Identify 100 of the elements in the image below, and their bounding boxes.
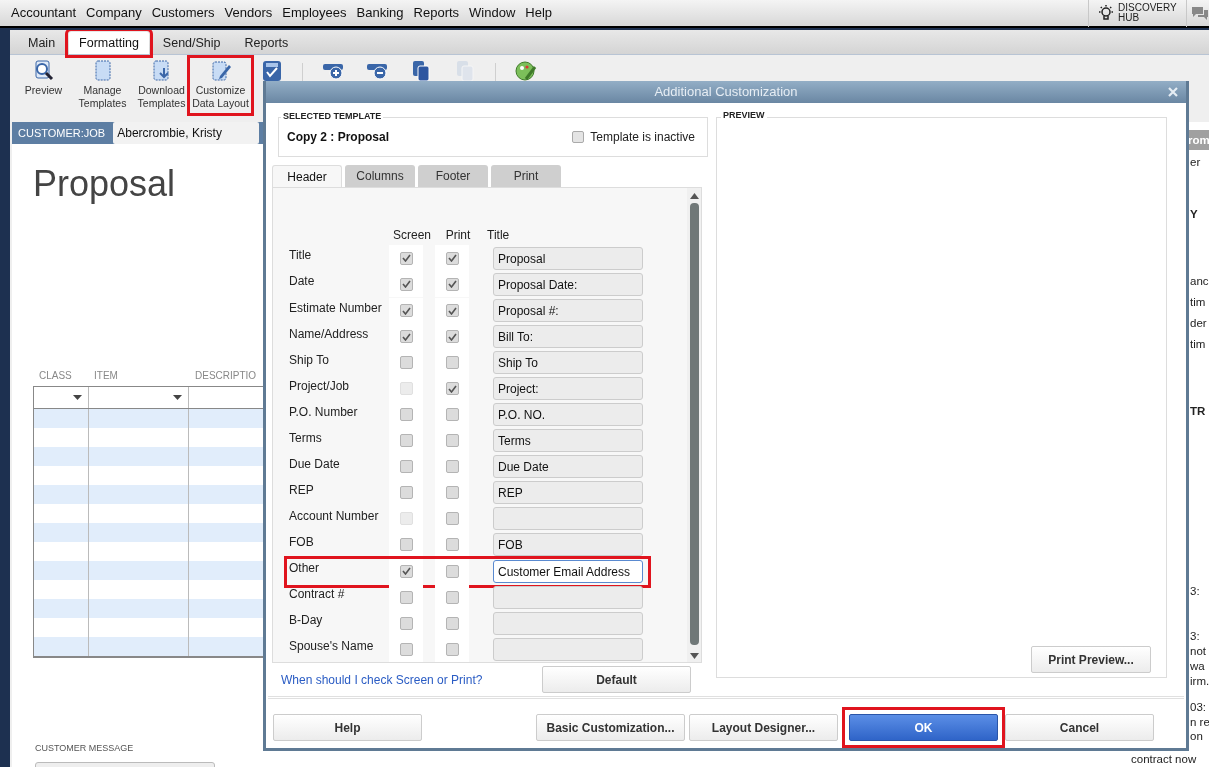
toolbar-button[interactable]: Preview [14,59,73,99]
checkbox[interactable] [445,564,459,578]
checkbox[interactable] [445,512,459,526]
row-label: Contract # [288,586,346,604]
dialog-tab[interactable]: Header [272,165,342,188]
dialog-button[interactable]: Help [273,714,422,741]
checkbox[interactable] [445,616,459,630]
menu-item[interactable]: Banking [351,3,409,23]
default-button[interactable]: Default [542,666,691,694]
menu-item[interactable]: Accountant [6,3,82,23]
checkbox[interactable] [399,330,413,344]
dialog-button[interactable]: Cancel [1005,714,1154,741]
checkbox[interactable] [445,486,459,500]
form-title: Proposal [33,164,176,204]
toolbar-button[interactable]: Manage Templates [73,59,132,112]
title-field[interactable]: Ship To [493,351,643,375]
dialog-button[interactable]: OK [849,714,998,741]
palette-icon [514,59,538,83]
side-panel-text: tim [1190,337,1206,351]
menu-item[interactable]: Help [520,3,558,23]
checkbox[interactable] [445,304,459,318]
row-label: REP [288,481,315,499]
title-field[interactable] [493,637,643,661]
title-field[interactable]: FOB [493,533,643,557]
title-field[interactable] [493,507,643,531]
title-field[interactable]: Due Date [493,455,643,479]
title-field[interactable]: Terms [493,429,643,453]
dialog-tab[interactable]: Print [491,165,561,188]
field-label: CUSTOMER MESSAGE [35,742,134,755]
close-button[interactable] [1168,87,1178,97]
toolbar-button[interactable]: Customize Data Layout [191,59,250,112]
checkbox[interactable] [445,538,459,552]
checkbox[interactable] [445,460,459,474]
close-icon [1168,87,1178,97]
checkbox[interactable] [399,616,413,630]
checkbox[interactable] [399,538,413,552]
row-label: B-Day [288,612,324,630]
discovery-hub-button[interactable]: DISCOVERY HUB [1088,0,1187,27]
ribbon-tab[interactable]: Reports [234,32,299,54]
print-preview-button[interactable]: Print Preview... [1031,646,1151,674]
checkbox[interactable] [445,408,459,422]
checkbox[interactable] [445,356,459,370]
checkbox[interactable] [399,278,413,291]
row-label: Title [288,247,313,265]
checkbox[interactable] [399,564,413,578]
ribbon-tab[interactable]: Send/Ship [152,32,231,54]
title-field[interactable]: Customer Email Address [493,559,643,583]
checkbox[interactable] [399,434,413,448]
dialog-button[interactable]: Basic Customization... [536,714,685,741]
title-field[interactable]: Proposal #: [493,299,643,323]
menu-item[interactable]: Employees [277,3,352,23]
checkbox[interactable] [445,590,459,604]
side-panel-text: not [1190,644,1206,658]
customer-job-field[interactable]: Abercrombie, Kristy [113,122,260,144]
checkbox[interactable] [399,408,413,422]
help-link[interactable]: When should I check Screen or Print? [281,670,483,689]
dialog-button[interactable]: Layout Designer... [689,714,838,741]
side-panel-text: 3: [1190,584,1200,598]
checkbox[interactable] [399,642,413,656]
menu-item[interactable]: Window [464,3,521,23]
checkbox[interactable] [445,434,459,448]
side-panel-text: TR [1190,404,1206,418]
checkbox[interactable] [445,251,459,265]
menu-item[interactable]: Company [81,3,147,23]
toolbar-button[interactable]: Download Templates [132,59,191,112]
row-label: FOB [288,533,315,551]
column-header: Print [444,226,472,244]
title-field[interactable]: REP [493,481,643,505]
checkbox[interactable] [399,304,413,318]
dialog-tab[interactable]: Columns [345,165,415,188]
title-field[interactable]: Proposal [493,246,643,270]
scrollbar-thumb[interactable] [689,203,699,646]
field-label: CUSTOMER:JOB [18,125,106,141]
template-name: Copy 2 : Proposal [287,129,390,147]
menu-item[interactable]: Reports [408,3,465,23]
scrollbar[interactable] [687,188,701,663]
checkbox[interactable] [399,460,413,474]
dialog-tab[interactable]: Footer [418,165,488,188]
side-panel-text: der [1190,316,1207,330]
title-field[interactable] [493,611,643,635]
menu-item[interactable]: Customers [146,3,220,23]
checkbox[interactable] [399,356,413,370]
checkbox[interactable] [445,278,459,291]
title-field[interactable]: Bill To: [493,325,643,349]
checkbox[interactable] [445,382,459,396]
title-field[interactable] [493,585,643,609]
checkbox[interactable] [399,251,413,265]
checkbox[interactable] [399,486,413,500]
ribbon-tab[interactable]: Main [18,32,66,54]
lightbulb-icon [1097,4,1115,22]
checkbox[interactable] [445,642,459,656]
side-panel-text: n re [1190,715,1209,729]
checkbox[interactable] [399,590,413,604]
title-field[interactable]: Project: [493,377,643,401]
row-label: Project/Job [288,377,351,395]
checkbox[interactable] [445,330,459,344]
menu-item[interactable]: Vendors [219,3,278,23]
title-field[interactable]: Proposal Date: [493,273,643,296]
title-field[interactable]: P.O. NO. [493,403,643,427]
row-label: Name/Address [288,325,370,343]
